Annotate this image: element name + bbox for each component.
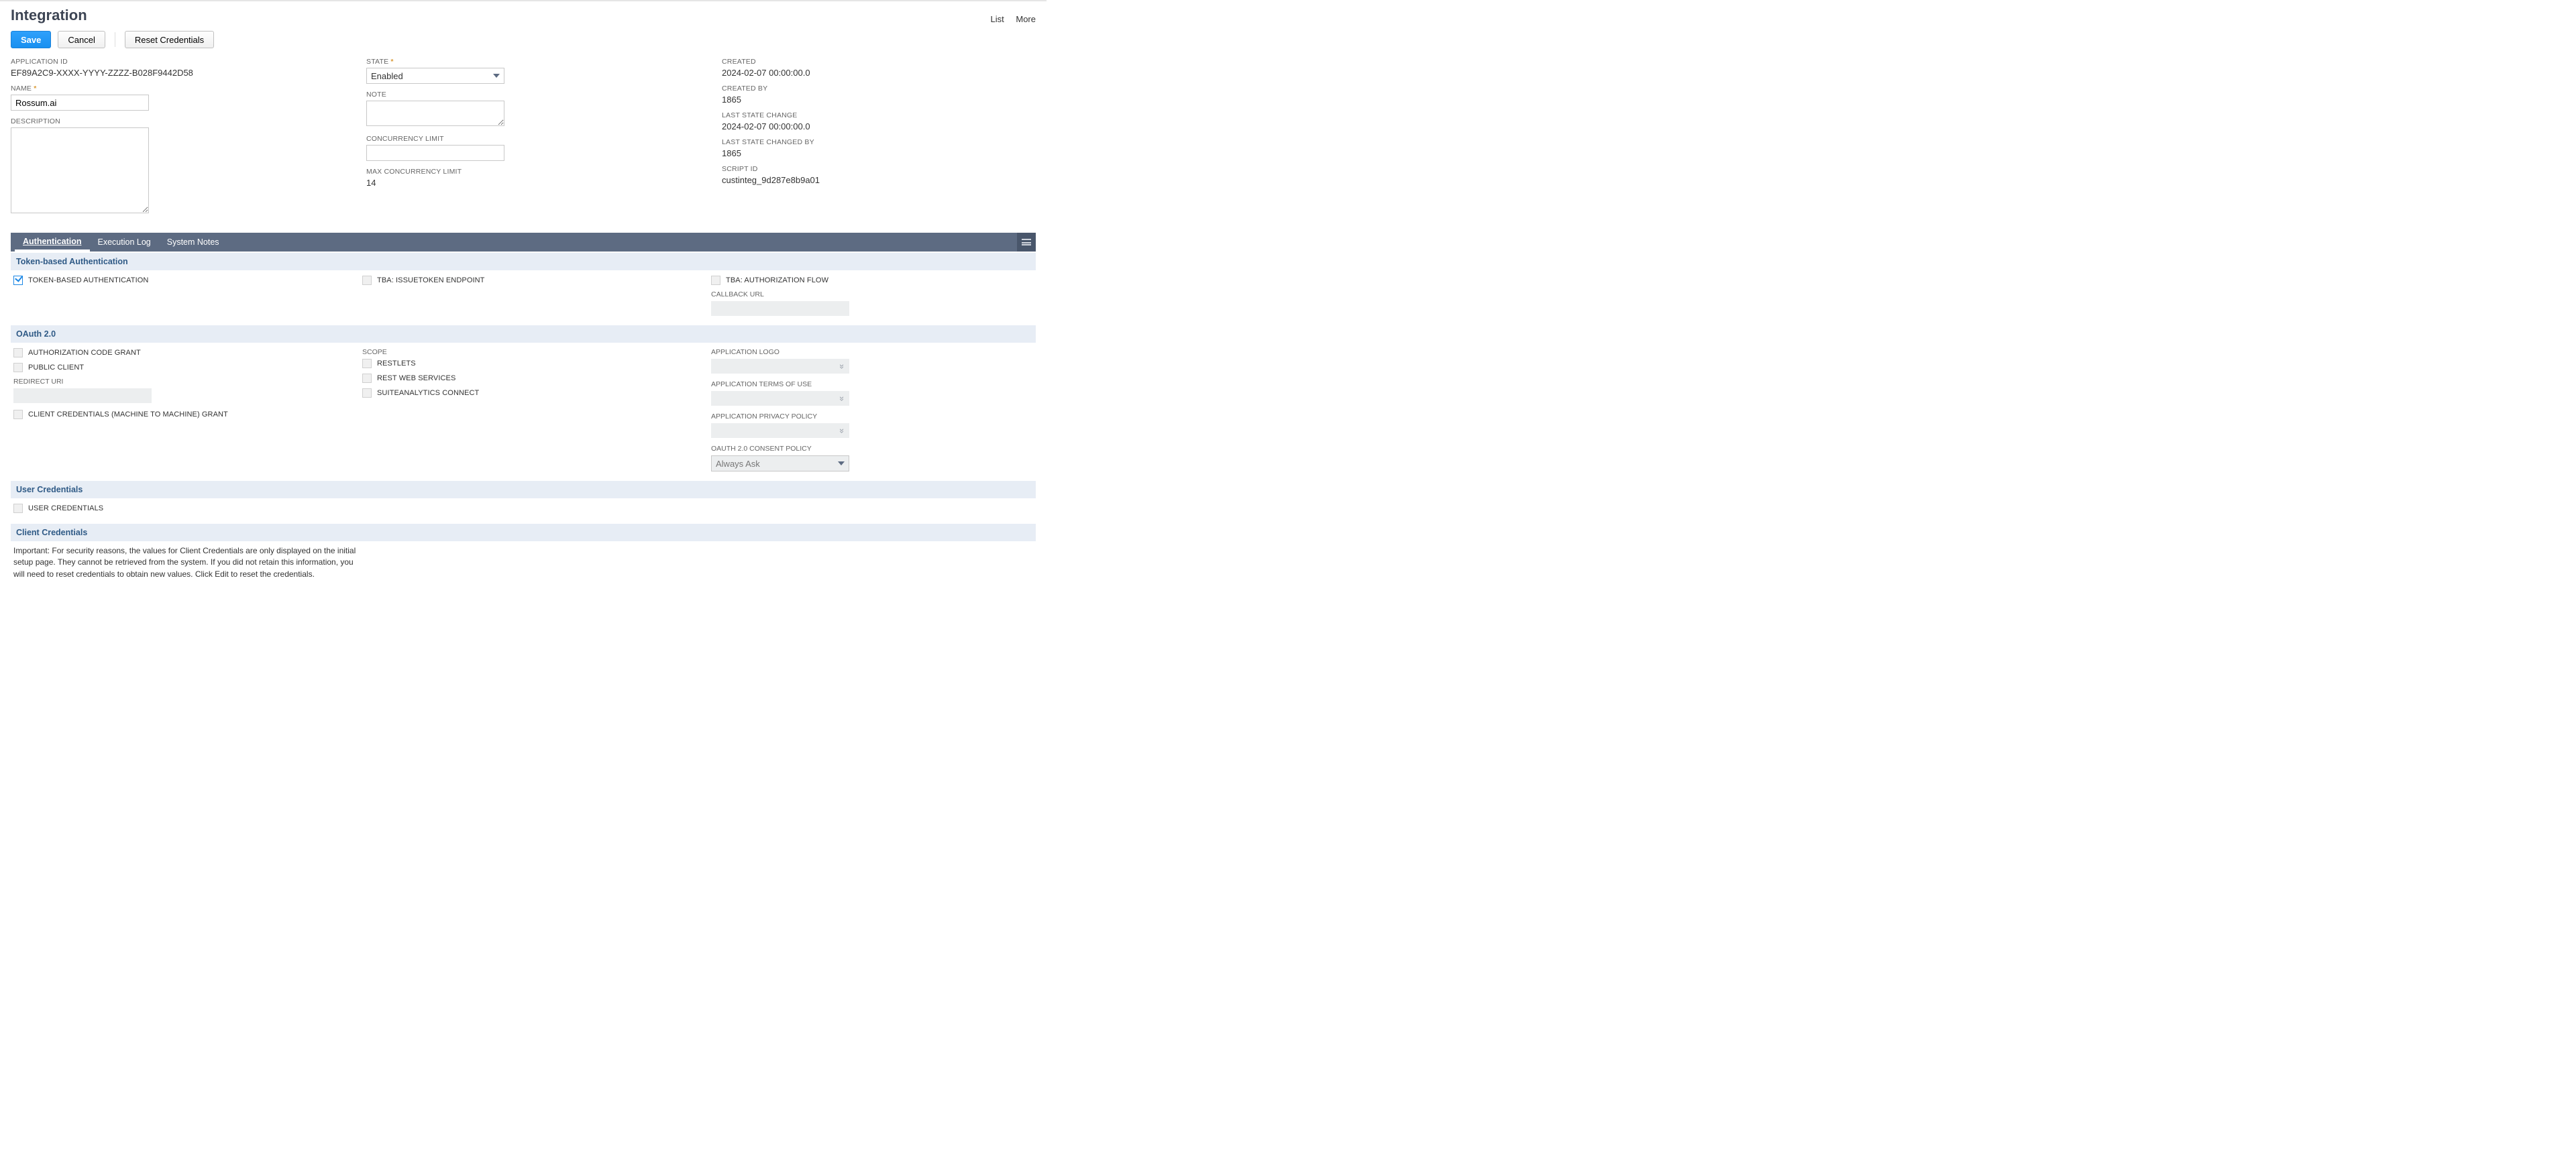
label-authorization-flow: TBA: AUTHORIZATION FLOW [726,276,828,284]
section-header-client-credentials: Client Credentials [11,524,1036,541]
checkbox-client-credentials-grant[interactable] [13,410,23,419]
checkbox-rest-web-services[interactable] [362,374,372,383]
checkbox-suiteanalytics[interactable] [362,388,372,398]
note-textarea[interactable] [366,101,504,126]
last-state-change-label: LAST STATE CHANGE [722,111,1036,119]
state-select[interactable]: Enabled [366,68,504,84]
callback-url-field [711,301,849,316]
last-state-change-value: 2024-02-07 00:00:00.0 [722,121,1036,131]
section-header-user-credentials: User Credentials [11,481,1036,498]
max-concurrency-limit-value: 14 [366,178,708,188]
script-id-value: custinteg_9d287e8b9a01 [722,175,1036,185]
application-id-value: EF89A2C9-XXXX-YYYY-ZZZZ-B028F9442D58 [11,68,353,78]
label-token-based-auth: TOKEN-BASED AUTHENTICATION [28,276,148,284]
tab-authentication[interactable]: Authentication [15,233,90,252]
checkbox-auth-code-grant[interactable] [13,348,23,357]
created-by-label: CREATED BY [722,85,1036,93]
state-select-value: Enabled [371,71,403,81]
checkbox-token-based-auth[interactable] [13,276,23,285]
consent-policy-label: OAUTH 2.0 CONSENT POLICY [711,445,1033,453]
consent-policy-select: Always Ask [711,455,849,471]
chevron-down-icon [838,461,845,465]
max-concurrency-limit-label: MAX CONCURRENCY LIMIT [366,168,708,176]
tab-execution-log[interactable]: Execution Log [90,233,159,252]
state-label: STATE [366,58,708,66]
section-header-oauth: OAuth 2.0 [11,325,1036,343]
application-tos-label: APPLICATION TERMS OF USE [711,380,1033,388]
last-state-changed-by-value: 1865 [722,148,1036,158]
label-restlets: RESTLETS [377,359,416,368]
note-label: NOTE [366,91,708,99]
tab-layout-icon[interactable] [1017,233,1036,252]
checkbox-public-client[interactable] [13,363,23,372]
scope-label: SCOPE [362,348,698,356]
reset-credentials-button[interactable]: Reset Credentials [125,31,214,48]
description-label: DESCRIPTION [11,117,353,125]
label-user-credentials: USER CREDENTIALS [28,504,103,512]
last-state-changed-by-label: LAST STATE CHANGED BY [722,138,1036,146]
redirect-uri-label: REDIRECT URI [13,378,349,386]
redirect-uri-field [13,388,152,403]
chevron-down-icon [493,74,500,78]
label-suiteanalytics: SUITEANALYTICS CONNECT [377,389,479,397]
section-header-tba: Token-based Authentication [11,253,1036,270]
label-public-client: PUBLIC CLIENT [28,364,84,372]
created-by-value: 1865 [722,95,1036,105]
checkbox-authorization-flow[interactable] [711,276,720,285]
created-value: 2024-02-07 00:00:00.0 [722,68,1036,78]
application-tos-field [711,391,849,406]
checkbox-user-credentials[interactable] [13,504,23,513]
checkbox-issuetoken-endpoint[interactable] [362,276,372,285]
header-link-more[interactable]: More [1016,14,1036,24]
checkbox-restlets[interactable] [362,359,372,368]
tab-system-notes[interactable]: System Notes [159,233,227,252]
name-input[interactable] [11,95,149,111]
application-privacy-label: APPLICATION PRIVACY POLICY [711,412,1033,421]
save-button[interactable]: Save [11,31,51,48]
client-credentials-note: Important: For security reasons, the val… [11,541,360,583]
cancel-button[interactable]: Cancel [58,31,105,48]
script-id-label: SCRIPT ID [722,165,1036,173]
callback-url-label: CALLBACK URL [711,290,1033,298]
page-title: Integration [11,7,87,24]
application-privacy-field [711,423,849,438]
label-issuetoken-endpoint: TBA: ISSUETOKEN ENDPOINT [377,276,485,284]
created-label: CREATED [722,58,1036,66]
label-rest-web-services: REST WEB SERVICES [377,374,455,382]
list-icon [1022,239,1031,245]
description-textarea[interactable] [11,127,149,213]
concurrency-limit-input[interactable] [366,145,504,161]
application-logo-label: APPLICATION LOGO [711,348,1033,356]
label-auth-code-grant: AUTHORIZATION CODE GRANT [28,349,141,357]
concurrency-limit-label: CONCURRENCY LIMIT [366,135,708,143]
label-client-credentials-grant: CLIENT CREDENTIALS (MACHINE TO MACHINE) … [28,410,228,419]
name-label: NAME [11,85,353,93]
application-id-label: APPLICATION ID [11,58,353,66]
consent-policy-value: Always Ask [716,459,760,469]
header-link-list[interactable]: List [991,14,1004,24]
application-logo-field [711,359,849,374]
